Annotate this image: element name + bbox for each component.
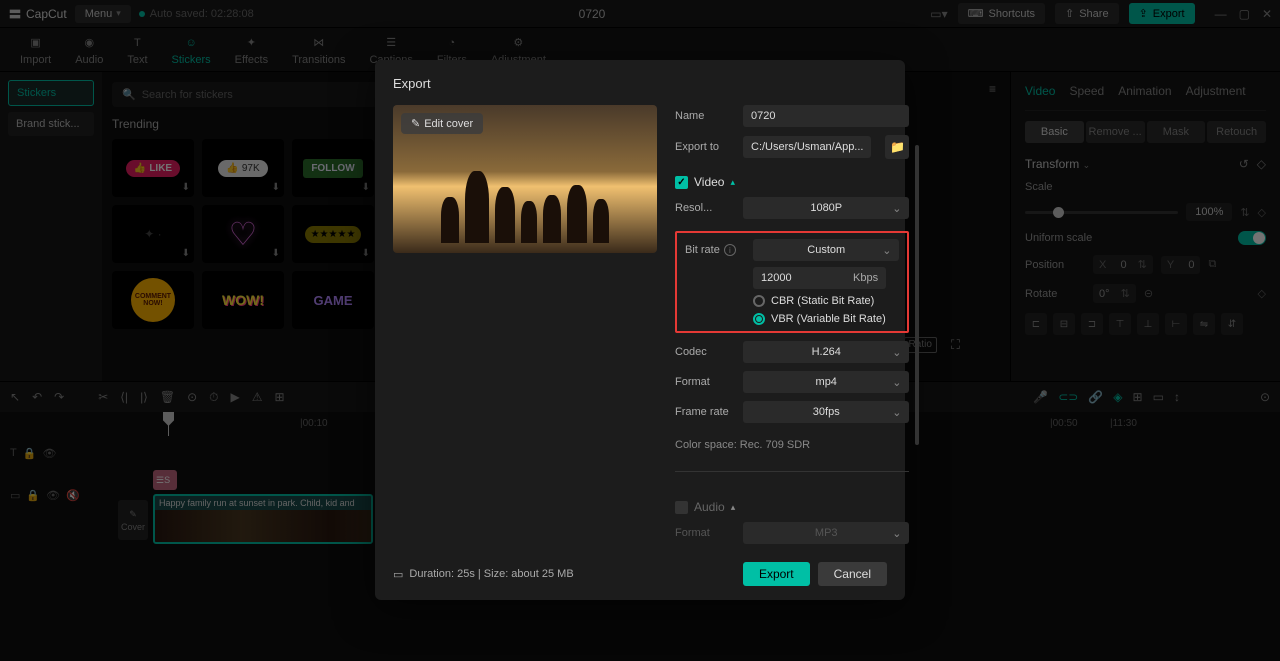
bitrate-select[interactable]: Custom xyxy=(753,239,899,261)
export-modal-overlay: Export ✎ Edit cover xyxy=(0,0,1280,661)
export-path[interactable]: C:/Users/Usman/App... xyxy=(743,136,871,158)
film-icon: ▭ xyxy=(393,568,403,581)
bitrate-label: Bit ratei xyxy=(685,244,743,257)
video-section-toggle[interactable]: ✓ Video ▴ xyxy=(675,175,909,189)
divider xyxy=(675,471,909,472)
name-input[interactable] xyxy=(743,105,909,127)
cover-preview: ✎ Edit cover xyxy=(393,105,657,253)
checkbox-off-icon: ✓ xyxy=(675,501,688,514)
collapse-icon[interactable]: ▴ xyxy=(731,502,736,513)
format-select[interactable]: mp4 xyxy=(743,371,909,393)
bitrate-value-input[interactable] xyxy=(753,267,845,289)
framerate-select[interactable]: 30fps xyxy=(743,401,909,423)
cbr-radio[interactable]: CBR (Static Bit Rate) xyxy=(753,295,899,307)
framerate-label: Frame rate xyxy=(675,406,733,418)
export-confirm-button[interactable]: Export xyxy=(743,562,810,586)
edit-cover-button[interactable]: ✎ Edit cover xyxy=(401,113,483,134)
resolution-select[interactable]: 1080P xyxy=(743,197,909,219)
preview-silhouettes xyxy=(393,153,657,243)
bitrate-highlight-box: Bit ratei Custom Kbps CBR (Static Bit Ra… xyxy=(675,231,909,333)
scrollbar[interactable] xyxy=(915,145,919,445)
audio-format-select: MP3 xyxy=(743,522,909,544)
audio-format-label: Format xyxy=(675,527,733,539)
export-to-label: Export to xyxy=(675,141,733,153)
audio-section-toggle[interactable]: ✓ Audio ▴ xyxy=(675,500,909,514)
cancel-button[interactable]: Cancel xyxy=(818,562,887,586)
export-info: ▭ Duration: 25s | Size: about 25 MB xyxy=(393,568,574,581)
export-dialog: Export ✎ Edit cover xyxy=(375,60,905,600)
codec-select[interactable]: H.264 xyxy=(743,341,909,363)
format-label: Format xyxy=(675,376,733,388)
colorspace-info: Color space: Rec. 709 SDR xyxy=(675,439,909,451)
info-icon[interactable]: i xyxy=(724,244,736,256)
vbr-radio[interactable]: VBR (Variable Bit Rate) xyxy=(753,313,899,325)
folder-icon: 📁 xyxy=(890,140,905,154)
resolution-label: Resol... xyxy=(675,202,733,214)
radio-off-icon xyxy=(753,295,765,307)
dialog-title: Export xyxy=(393,76,887,91)
collapse-icon[interactable]: ▴ xyxy=(730,177,735,188)
bitrate-unit: Kbps xyxy=(845,267,886,289)
checkbox-icon: ✓ xyxy=(675,176,688,189)
codec-label: Codec xyxy=(675,346,733,358)
pencil-icon: ✎ xyxy=(411,117,420,130)
radio-on-icon xyxy=(753,313,765,325)
name-label: Name xyxy=(675,110,733,122)
browse-folder-button[interactable]: 📁 xyxy=(885,135,909,159)
